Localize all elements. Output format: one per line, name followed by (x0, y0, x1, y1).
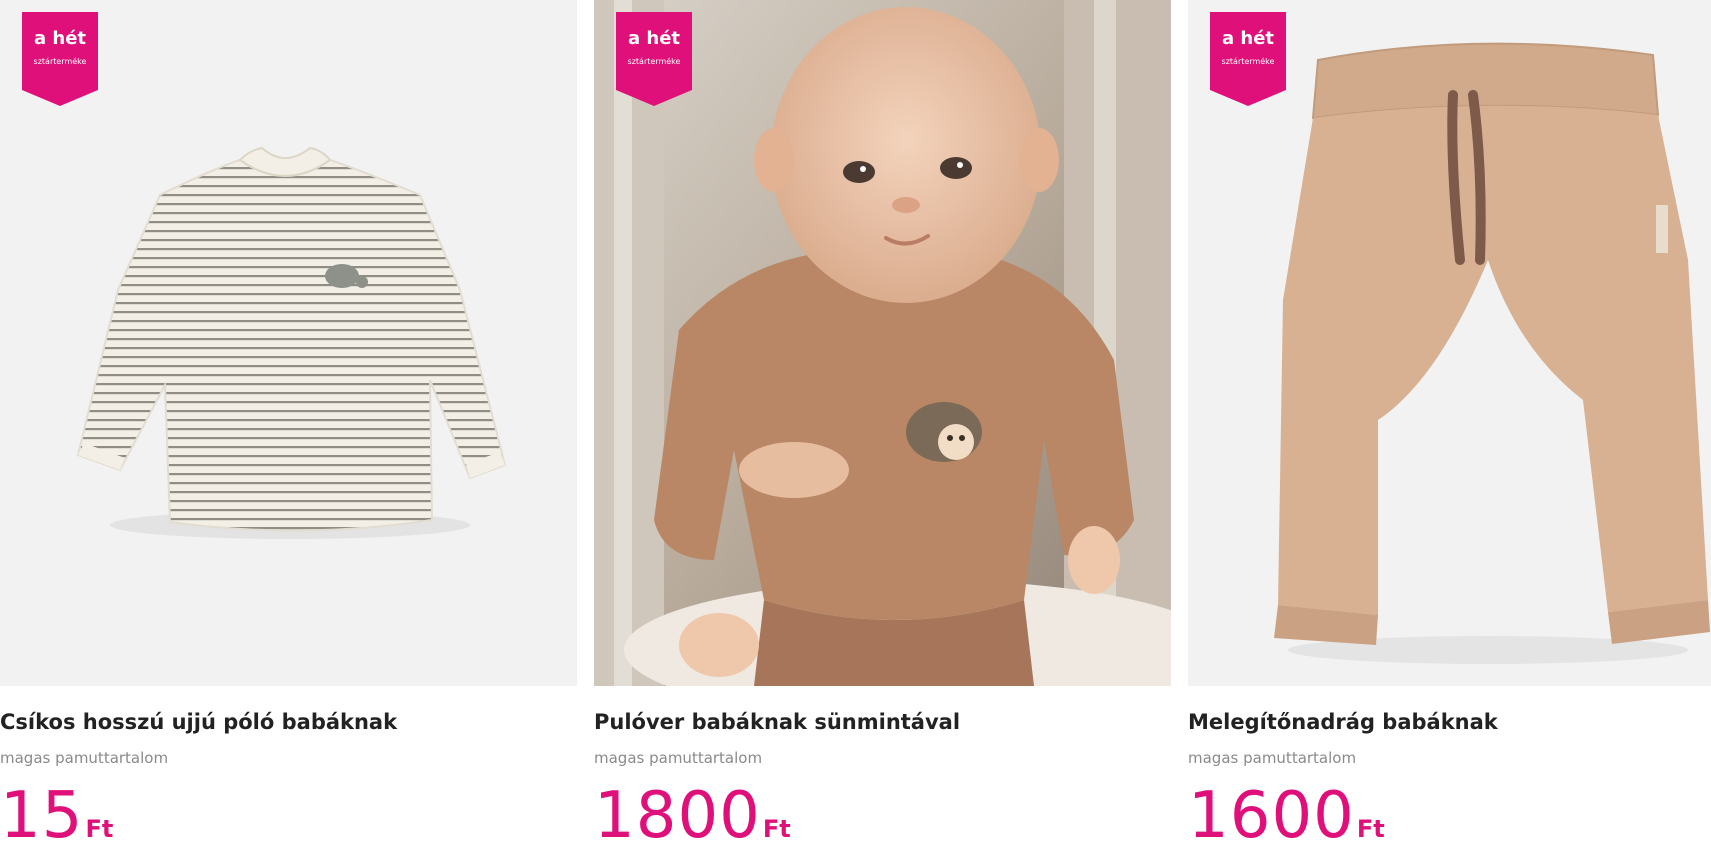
badge-subtitle: sztárterméke (1221, 57, 1275, 66)
product-subtitle: magas pamuttartalom (594, 749, 763, 767)
product-price: 1800Ft (594, 780, 791, 852)
product-title[interactable]: Melegítőnadrág babáknak (1188, 708, 1711, 736)
product-grid: a hét sztárterméke Csíkos hosszú ujjú pó… (0, 0, 1711, 852)
badge-title: a hét (627, 28, 681, 49)
product-card-striped-shirt[interactable]: a hét sztárterméke Csíkos hosszú ujjú pó… (0, 0, 577, 852)
product-price: 1600Ft (1188, 780, 1385, 852)
price-amount: 15 (0, 779, 84, 853)
product-card-hedgehog-sweater[interactable]: a hét sztárterméke Pulóver babáknak sünm… (594, 0, 1171, 852)
badge-subtitle: sztárterméke (627, 57, 681, 66)
product-title[interactable]: Pulóver babáknak sünmintával (594, 708, 1171, 736)
product-price: 15Ft (0, 780, 114, 852)
badge-title: a hét (1221, 28, 1275, 49)
price-amount: 1600 (1188, 779, 1355, 853)
price-currency: Ft (85, 815, 114, 843)
star-product-badge: a hét sztárterméke (22, 12, 98, 106)
product-subtitle: magas pamuttartalom (1188, 749, 1357, 767)
product-subtitle: magas pamuttartalom (0, 749, 169, 767)
star-product-badge: a hét sztárterméke (1210, 12, 1286, 106)
badge-subtitle: sztárterméke (33, 57, 87, 66)
price-amount: 1800 (594, 779, 761, 853)
product-card-sweatpants[interactable]: a hét sztárterméke Melegítőnadrág babákn… (1188, 0, 1711, 852)
star-product-badge: a hét sztárterméke (616, 12, 692, 106)
price-currency: Ft (762, 815, 791, 843)
product-title[interactable]: Csíkos hosszú ujjú póló babáknak (0, 708, 577, 736)
badge-title: a hét (33, 28, 87, 49)
price-currency: Ft (1356, 815, 1385, 843)
